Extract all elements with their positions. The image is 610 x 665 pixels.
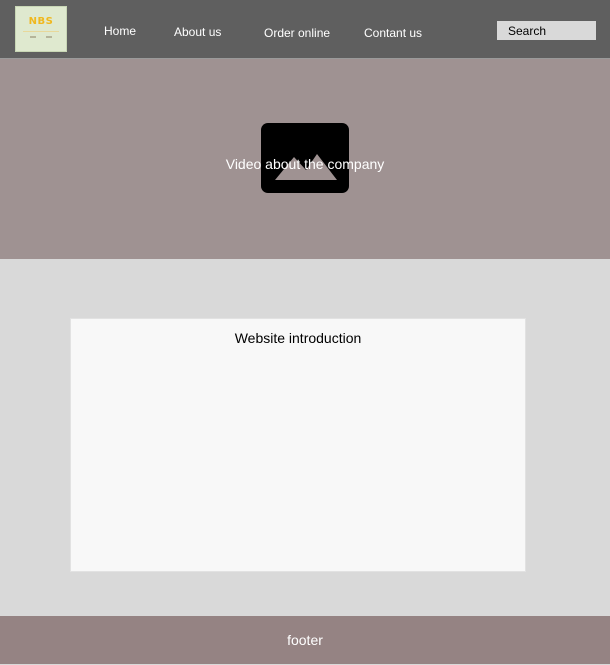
- video-caption: Video about the company: [225, 156, 385, 172]
- intro-title: Website introduction: [234, 330, 362, 346]
- logo-divider: [23, 31, 59, 32]
- nav-order-online-link[interactable]: Order online: [264, 26, 330, 40]
- company-logo[interactable]: NBS: [15, 6, 67, 52]
- footer-label: footer: [287, 632, 323, 648]
- site-footer: footer: [0, 616, 610, 664]
- nav-about-link[interactable]: About us: [174, 25, 221, 39]
- main-content: Website introduction: [0, 259, 610, 616]
- intro-card: Website introduction: [70, 318, 526, 572]
- site-header: NBS Home About us Order online Contant u…: [0, 0, 610, 59]
- logo-text: NBS: [28, 16, 54, 27]
- logo-mark-left: [30, 36, 36, 38]
- nav-home-link[interactable]: Home: [104, 24, 136, 38]
- nav-contact-link[interactable]: Contant us: [364, 26, 422, 40]
- logo-mark-right: [46, 36, 52, 38]
- search-input[interactable]: [497, 21, 596, 40]
- hero-video-section: Video about the company: [0, 59, 610, 259]
